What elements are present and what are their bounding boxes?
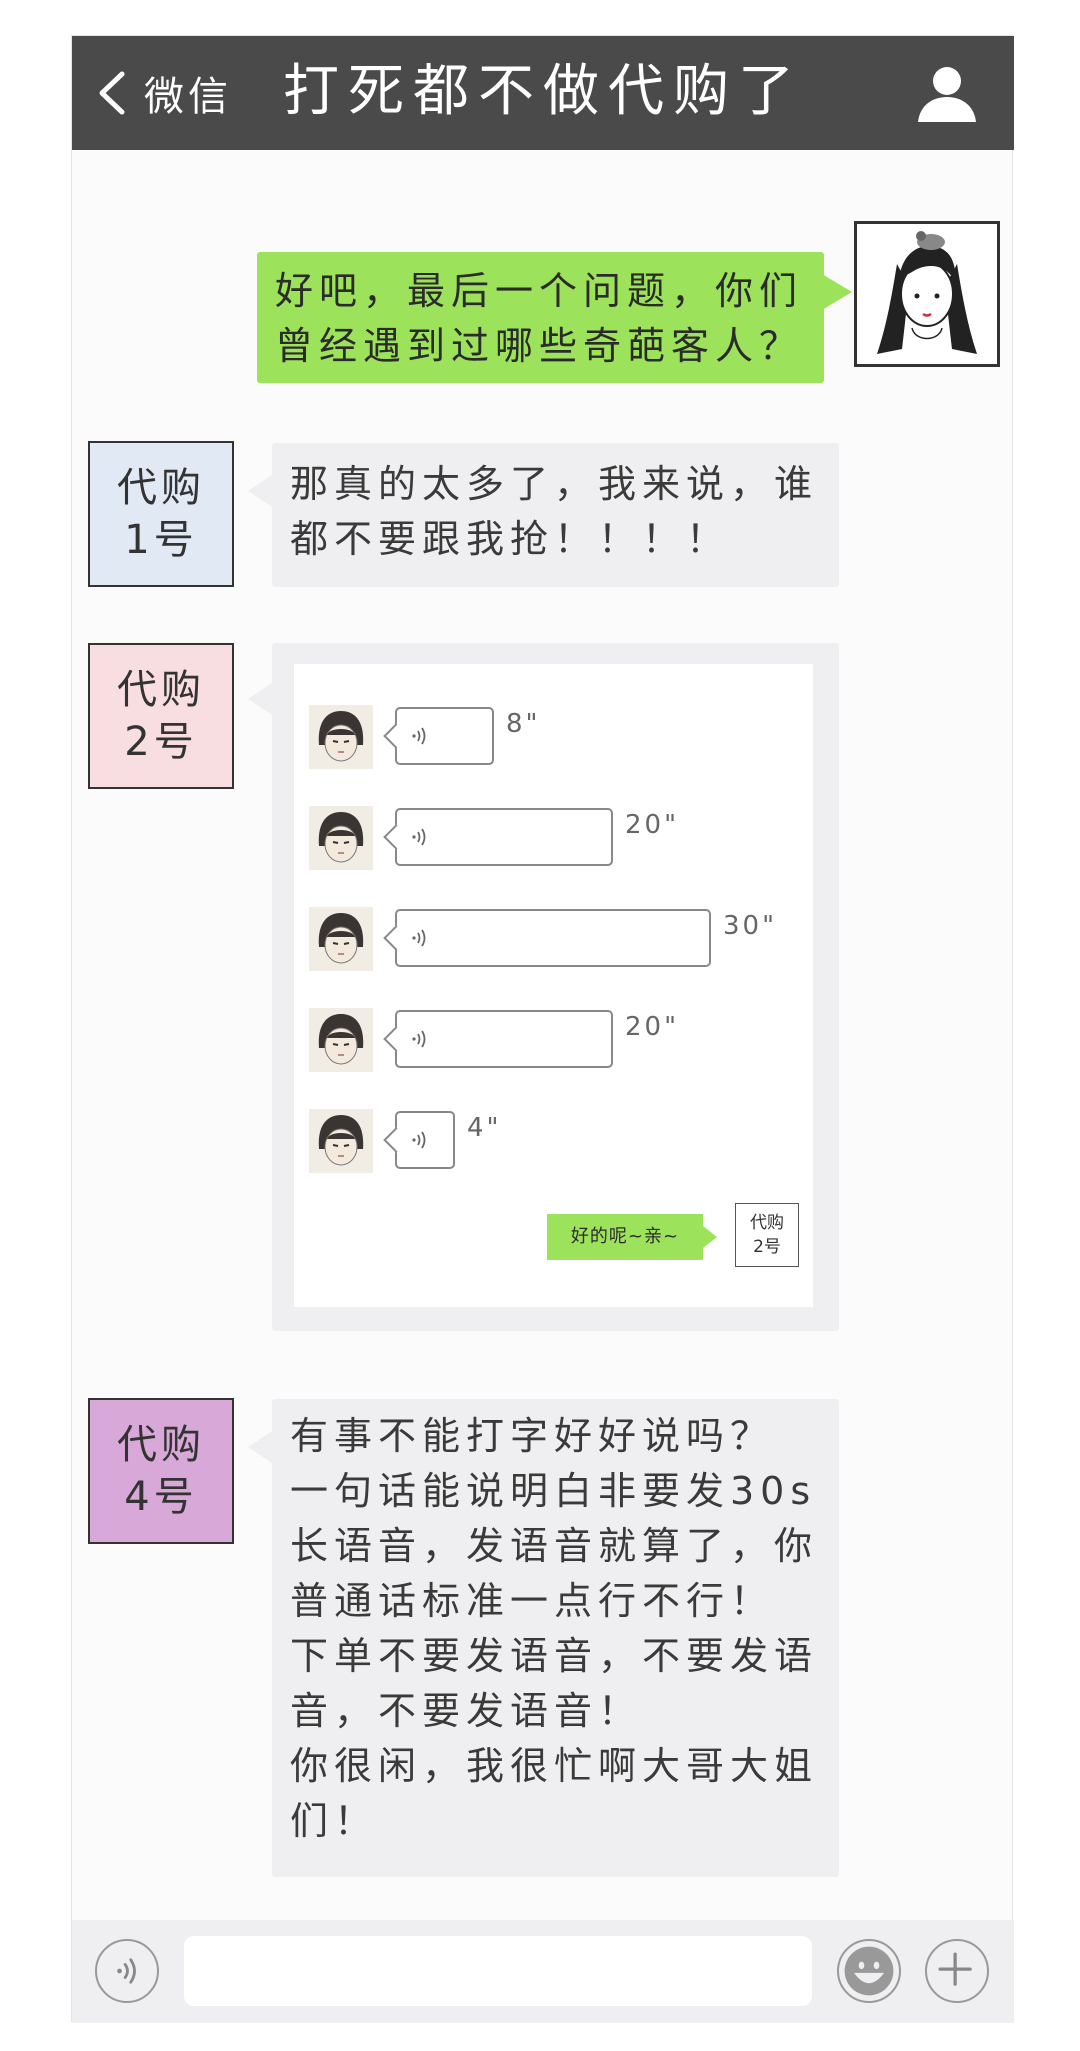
message-line: 你很闲，我很忙啊大哥大姐 bbox=[290, 1744, 819, 1788]
child-avatar-icon bbox=[309, 1008, 373, 1072]
more-button[interactable] bbox=[925, 1939, 989, 2003]
emoji-icon bbox=[844, 1946, 894, 1996]
message-line: 长语音，发语音就算了，你 bbox=[290, 1524, 819, 1568]
received-message-bubble[interactable]: 有事不能打字好好说吗？ 一句话能说明白非要发30s 长语音，发语音就算了，你 普… bbox=[248, 1399, 839, 1877]
child-avatar-icon bbox=[309, 1109, 373, 1173]
received-message-bubble[interactable]: 那真的太多了，我来说，谁 都不要跟我抢！！！！ bbox=[248, 443, 839, 587]
input-bar bbox=[72, 1920, 1014, 2023]
child-avatar-icon bbox=[309, 907, 373, 971]
girl-portrait-icon bbox=[877, 231, 977, 354]
voice-message-bubble[interactable] bbox=[395, 808, 613, 866]
voice-wave-icon bbox=[412, 929, 426, 947]
avatar-label: 4号 bbox=[124, 1474, 198, 1520]
avatar-label: 代购 bbox=[117, 465, 205, 511]
avatar-label: 代购 bbox=[117, 667, 205, 713]
voice-icon bbox=[117, 1958, 136, 1984]
voice-duration: 30" bbox=[723, 911, 778, 941]
chat-window: 微信 打死都不做代购了 好吧，最后一个问题，你们 曾经遇到过哪些奇葩客人？ 代购 bbox=[71, 35, 1014, 2023]
voice-message-bubble[interactable] bbox=[395, 1010, 613, 1068]
voice-duration: 8" bbox=[506, 709, 541, 739]
voice-message-row: 8" bbox=[309, 705, 799, 769]
message-line: 都不要跟我抢！！！！ bbox=[290, 517, 731, 561]
sent-message-bubble[interactable]: 好吧，最后一个问题，你们 曾经遇到过哪些奇葩客人？ bbox=[257, 252, 852, 383]
back-button[interactable]: 微信 bbox=[94, 60, 232, 126]
voice-message-row: 4" bbox=[309, 1109, 799, 1173]
chat-header: 微信 打死都不做代购了 bbox=[72, 36, 1014, 150]
message-input[interactable] bbox=[184, 1936, 812, 2006]
voice-message-row: 20" bbox=[309, 806, 799, 870]
voice-duration: 20" bbox=[625, 810, 680, 840]
voice-message-row: 30" bbox=[309, 907, 799, 971]
message-line: 好吧，最后一个问题，你们 bbox=[275, 269, 804, 313]
voice-message-bubble[interactable] bbox=[395, 1111, 455, 1169]
message-line: 那真的太多了，我来说，谁 bbox=[290, 462, 819, 506]
child-avatar-icon bbox=[309, 806, 373, 870]
message-line: 下单不要发语音，不要发语 bbox=[290, 1634, 819, 1678]
image-message-bubble[interactable]: 好的呢~亲~ 代购 2号 8" 20" 30" 20" 4" bbox=[248, 643, 839, 1331]
message-line: 一句话能说明白非要发30s bbox=[290, 1469, 817, 1513]
voice-wave-icon bbox=[412, 727, 426, 745]
voice-duration: 4" bbox=[467, 1113, 502, 1143]
back-label: 微信 bbox=[144, 74, 232, 120]
avatar-label: 2号 bbox=[124, 719, 198, 765]
avatar-label: 代购 bbox=[117, 1422, 205, 1468]
self-avatar[interactable] bbox=[854, 221, 1000, 367]
mini-avatar-label: 2号 bbox=[753, 1237, 781, 1257]
screenshot-image: 好的呢~亲~ 代购 2号 8" 20" 30" 20" 4" bbox=[294, 664, 813, 1307]
voice-toggle-button[interactable] bbox=[95, 1939, 159, 2003]
message-line: 曾经遇到过哪些奇葩客人？ bbox=[275, 324, 804, 368]
voice-message-bubble[interactable] bbox=[395, 909, 711, 967]
voice-wave-icon bbox=[412, 828, 426, 846]
child-avatar-icon bbox=[309, 705, 373, 769]
reply-bubble: 好的呢~亲~ bbox=[547, 1214, 717, 1260]
message-line: 音，不要发语音！ bbox=[290, 1689, 643, 1733]
voice-message-row: 20" bbox=[309, 1008, 799, 1072]
message-line: 们！ bbox=[290, 1799, 379, 1843]
agent2-avatar[interactable]: 代购 2号 bbox=[88, 643, 234, 789]
voice-wave-icon bbox=[412, 1030, 426, 1048]
mini-avatar: 代购 2号 bbox=[735, 1203, 799, 1267]
message-line: 普通话标准一点行不行！ bbox=[290, 1579, 775, 1623]
plus-icon bbox=[938, 1952, 972, 1986]
emoji-button[interactable] bbox=[837, 1939, 901, 2003]
agent4-avatar[interactable]: 代购 4号 bbox=[88, 1398, 234, 1544]
user-icon[interactable] bbox=[914, 64, 980, 124]
voice-wave-icon bbox=[412, 1131, 426, 1149]
chevron-left-icon bbox=[99, 71, 125, 115]
voice-message-bubble[interactable] bbox=[395, 707, 494, 765]
chat-title: 打死都不做代购了 bbox=[283, 59, 803, 124]
agent1-avatar[interactable]: 代购 1号 bbox=[88, 441, 234, 587]
voice-duration: 20" bbox=[625, 1012, 680, 1042]
message-line: 有事不能打字好好说吗？ bbox=[290, 1414, 775, 1458]
mini-avatar-label: 代购 bbox=[750, 1213, 784, 1233]
avatar-label: 1号 bbox=[124, 517, 198, 563]
